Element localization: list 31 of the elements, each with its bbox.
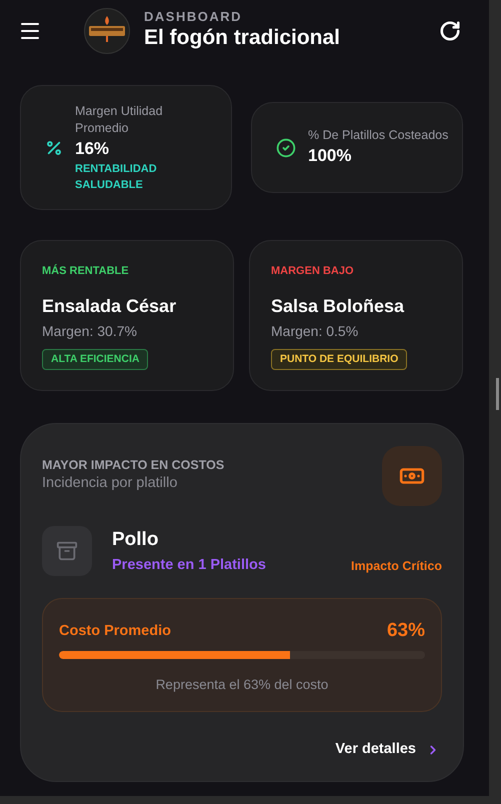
section-subtitle: Incidencia por platillo [42,474,178,493]
stat-label: % De Platillos Costeados [308,127,448,144]
cost-caption: Representa el 63% del costo [156,676,328,694]
stat-value: 100% [308,145,352,167]
stat-value: 16% [75,138,110,160]
section-title: MAYOR IMPACTO EN COSTOS [42,457,224,473]
impact-level: Impacto Crítico [351,558,442,574]
percent-icon [45,138,63,156]
refresh-button[interactable] [439,20,461,42]
scrollbar-thumb[interactable] [496,378,499,410]
cost-value: 63% [386,619,425,643]
dish-name: Ensalada César [42,295,178,318]
logo [84,8,130,54]
details-link[interactable]: Ver detalles [335,739,440,761]
dish-tag: MÁS RENTABLE [42,264,233,278]
stat-label: Margen Utilidad Promedio [75,102,164,136]
eyebrow-label: DASHBOARD [144,10,243,24]
page-title: El fogón tradicional [144,25,342,51]
cost-label: Costo Promedio [59,622,171,641]
dish-margin: Margen: 30.7% [42,322,138,340]
item-presence: Presente en 1 Platillos [112,556,266,574]
dish-margin: Margen: 0.5% [271,322,360,340]
stat-note: RENTABILIDAD SALUDABLE [75,162,158,192]
dish-name: Salsa Boloñesa [271,295,406,318]
status-badge: PUNTO DE EQUILIBRIO [271,349,408,370]
status-badge: ALTA EFICIENCIA [42,349,148,370]
check-circle-icon [276,138,296,158]
item-name: Pollo [112,528,160,552]
dish-tag: MARGEN BAJO [271,264,462,278]
refresh-icon [439,20,461,42]
archive-icon [56,540,78,562]
